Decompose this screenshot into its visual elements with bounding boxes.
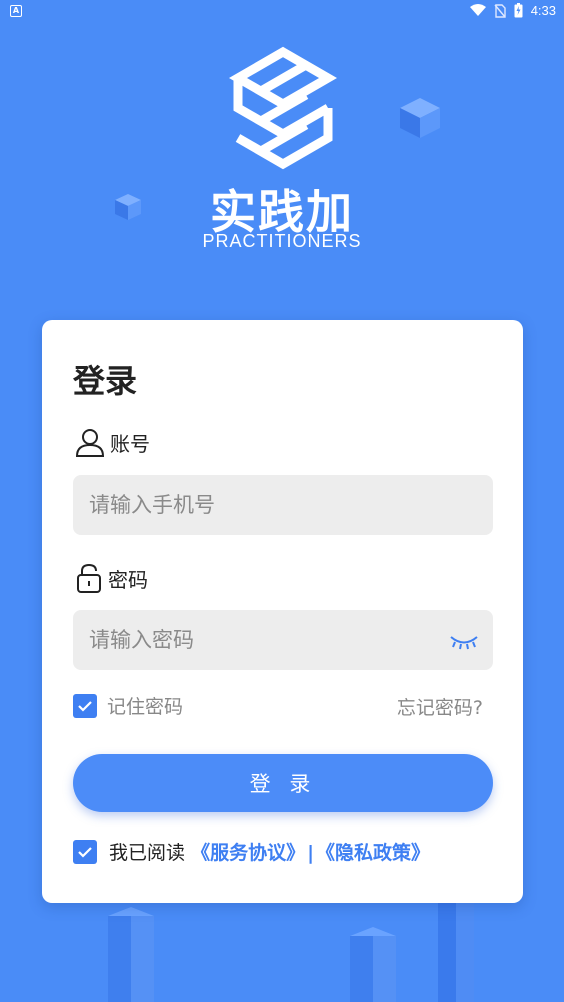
forgot-password-link[interactable]: 忘记密码? [397, 693, 483, 720]
privacy-policy-link[interactable]: 《隐私政策》 [316, 842, 430, 864]
remember-row: 记住密码 忘记密码? [73, 692, 493, 720]
lock-icon [77, 563, 101, 593]
brand-header: 实践加 PRACTITIONERS [0, 40, 564, 270]
link-separator: | [307, 842, 315, 864]
login-card: 登录 账号 密码 记住密码 [42, 320, 523, 903]
password-label-text: 密码 [108, 567, 148, 592]
service-agreement-link[interactable]: 《服务协议》 [191, 842, 305, 864]
brand-name-en: PRACTITIONERS [202, 231, 362, 251]
brand-logo-icon [229, 46, 337, 170]
battery-icon [514, 3, 523, 18]
user-icon [75, 429, 105, 457]
agreement-prefix: 我已阅读 [109, 842, 186, 864]
clock: 4:33 [530, 3, 556, 18]
wifi-icon [469, 4, 486, 16]
status-bar: A 4:33 [0, 0, 564, 24]
decorative-building-icon [350, 927, 396, 1002]
account-label: 账号 [74, 426, 150, 458]
notification-icon: A [10, 5, 22, 17]
checkbox-checked-icon[interactable] [73, 693, 97, 718]
remember-password-checkbox[interactable]: 记住密码 [73, 692, 183, 719]
eye-closed-icon[interactable] [449, 634, 479, 650]
login-button[interactable]: 登 录 [73, 754, 493, 812]
agreement-row: 我已阅读 《服务协议》 | 《隐私政策》 [73, 838, 430, 865]
decorative-building-icon [438, 900, 474, 1002]
agreement-checkbox[interactable] [73, 839, 97, 864]
decorative-cube-icon [400, 98, 440, 138]
login-title: 登录 [73, 362, 138, 400]
no-sim-icon [494, 3, 506, 18]
phone-input[interactable] [73, 475, 493, 535]
password-field[interactable] [73, 610, 493, 670]
status-icons: 4:33 [469, 3, 556, 18]
decorative-cube-icon [115, 194, 141, 220]
remember-password-label: 记住密码 [107, 696, 184, 718]
password-label: 密码 [74, 562, 148, 594]
account-label-text: 账号 [110, 431, 150, 456]
decorative-building-icon [108, 907, 154, 1002]
password-input[interactable] [73, 610, 493, 670]
account-field[interactable] [73, 475, 493, 535]
